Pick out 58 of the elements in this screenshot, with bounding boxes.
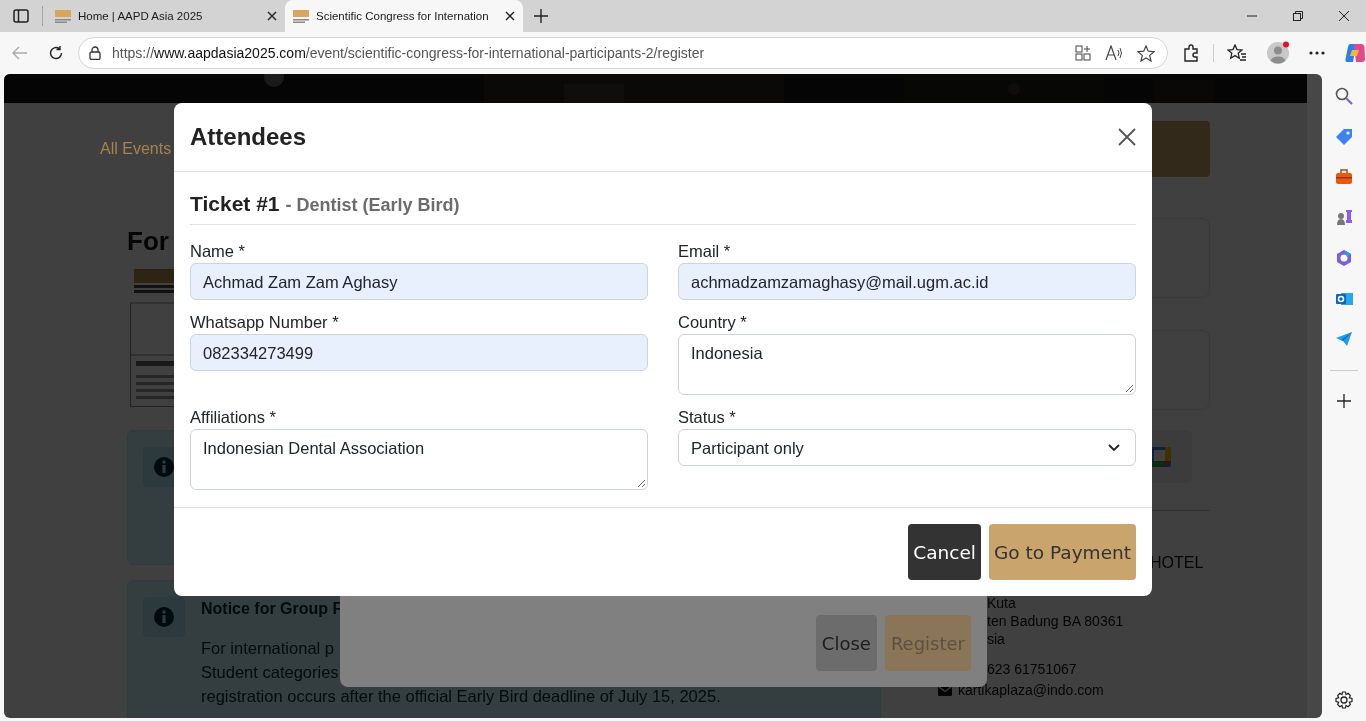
resize-grip-icon: [1126, 385, 1133, 392]
scrollbar[interactable]: [1307, 74, 1322, 718]
browser-tab[interactable]: Home | AAPD Asia 2025: [47, 0, 285, 32]
address-line: ten Badung BA 80361: [987, 612, 1124, 630]
field-label: Whatsapp Number *: [190, 312, 339, 332]
app-add-icon[interactable]: [1075, 45, 1091, 61]
extensions-icon[interactable]: [1182, 44, 1200, 62]
close-icon[interactable]: [267, 11, 277, 21]
app-ring-icon[interactable]: [1335, 249, 1353, 267]
toolbox-icon[interactable]: [1335, 169, 1353, 185]
search-icon[interactable]: [1335, 87, 1353, 105]
address-line: sia: [987, 630, 1005, 648]
refresh-icon[interactable]: [48, 45, 64, 61]
field-label: Email *: [678, 241, 731, 261]
close-icon[interactable]: [505, 11, 515, 21]
tag-icon[interactable]: [1335, 128, 1353, 146]
close-icon[interactable]: [1118, 128, 1136, 146]
logo-icon: [293, 9, 309, 23]
copilot-icon[interactable]: [1344, 42, 1366, 64]
send-icon[interactable]: [1335, 331, 1353, 347]
dialog-title: Attendees: [190, 123, 307, 151]
status-select[interactable]: Participant only: [678, 429, 1136, 466]
input-field[interactable]: 082334273499: [190, 334, 648, 371]
read-aloud-icon[interactable]: [1105, 45, 1123, 61]
chevron-down-icon: [1108, 443, 1120, 452]
input-field[interactable]: Achmad Zam Zam Aghasy: [190, 263, 648, 300]
payment-button[interactable]: Go to Payment: [989, 524, 1136, 580]
field-label: Country *: [678, 312, 747, 332]
mail-app-icon[interactable]: [1335, 290, 1353, 308]
page-heading: For: [127, 228, 169, 254]
favorites-icon[interactable]: [1227, 44, 1247, 62]
text-area[interactable]: Indonesia: [678, 334, 1136, 395]
add-icon[interactable]: [1337, 394, 1351, 408]
browser-tab[interactable]: Scientific Congress for Internation: [285, 0, 523, 32]
text-area[interactable]: Indonesian Dental Association: [190, 429, 648, 490]
settings-icon[interactable]: [1335, 691, 1353, 709]
star-icon[interactable]: [1137, 44, 1155, 62]
cancel-button[interactable]: Cancel: [908, 524, 981, 580]
more-icon[interactable]: [1309, 51, 1325, 55]
address-line: Kuta: [987, 594, 1016, 612]
new-tab-icon[interactable]: [534, 9, 548, 23]
email-text: kartikaplaza@indo.com: [958, 682, 1104, 698]
chess-icon[interactable]: [1335, 208, 1353, 226]
input-field[interactable]: achmadzamzamaghasy@mail.ugm.ac.id: [678, 263, 1136, 300]
avatar-icon[interactable]: [1266, 41, 1290, 65]
address-field[interactable]: https://www.aapdasia2025.com/event/scientific-congress-for-international-participants-2/register: [78, 37, 1168, 69]
sidebar-toggle-icon[interactable]: [13, 9, 29, 23]
close-icon[interactable]: [1339, 11, 1349, 21]
field-label: Name *: [190, 241, 246, 261]
restore-icon[interactable]: [1293, 11, 1303, 21]
ticket-type: - Dentist (Early Bird): [285, 195, 460, 216]
phone-text: 623 61751067: [987, 661, 1077, 677]
lock-icon: [89, 46, 101, 60]
ticket-number: Ticket #1: [190, 192, 280, 216]
field-label: Status *: [678, 407, 736, 427]
logo-icon: [55, 9, 71, 23]
resize-grip-icon: [638, 480, 645, 487]
field-label: Affiliations *: [190, 407, 276, 427]
